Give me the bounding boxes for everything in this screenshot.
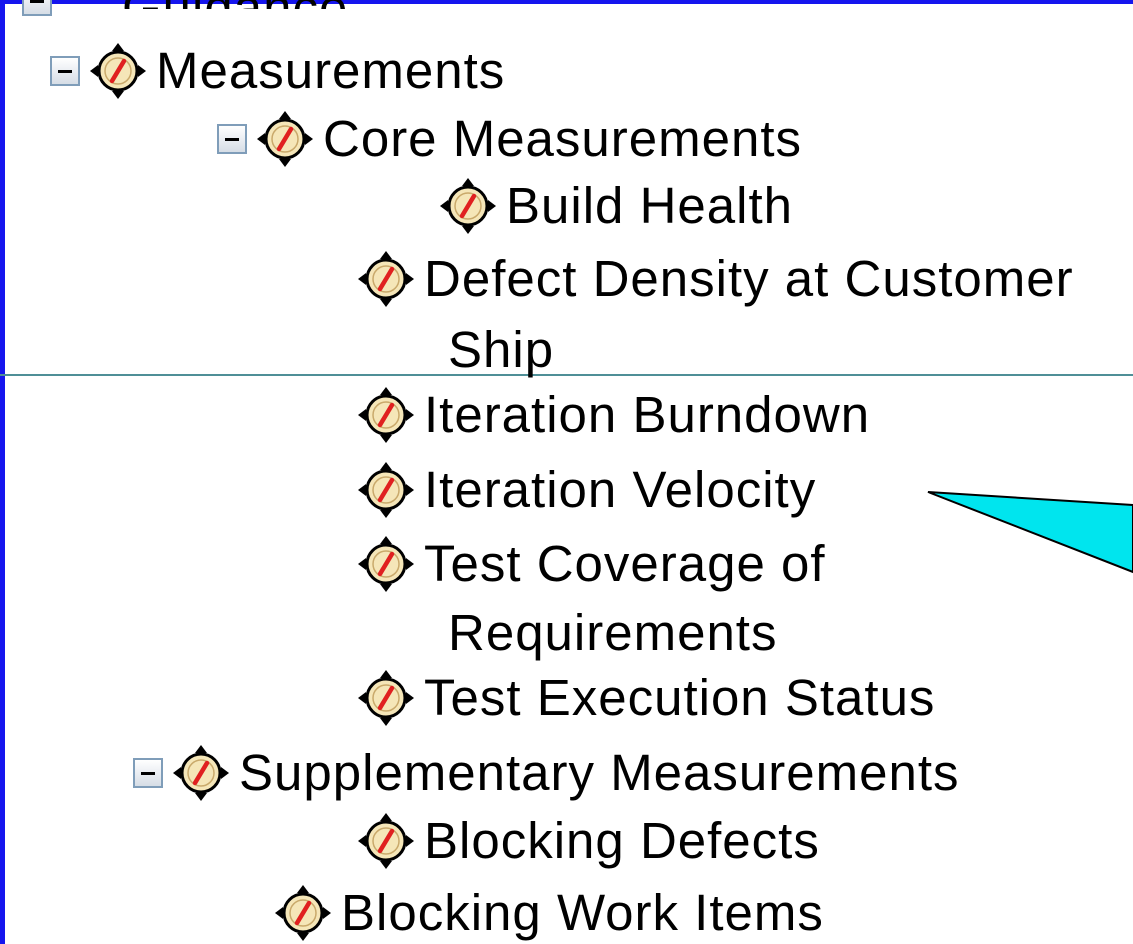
- callout-pointer: [927, 491, 1133, 574]
